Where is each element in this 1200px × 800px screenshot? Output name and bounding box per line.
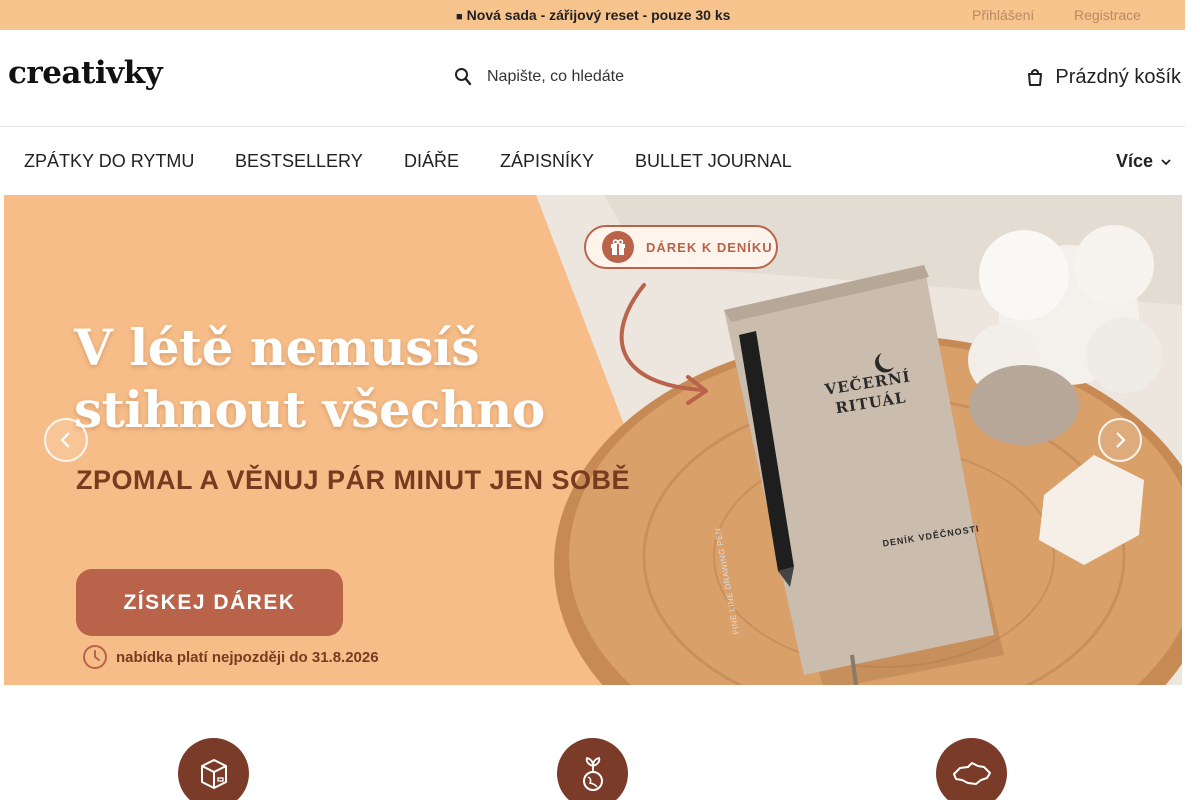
czech-map-icon xyxy=(952,761,991,785)
search-input[interactable] xyxy=(487,68,767,86)
banner-headline-line2: stihnout všechno xyxy=(74,380,545,439)
offer-note: nabídka platí nejpozději do 31.8.2026 xyxy=(82,644,379,670)
banner-headline-line1: V létě nemusíš xyxy=(74,318,480,377)
chevron-down-icon xyxy=(1161,158,1171,165)
login-link[interactable]: Přihlášení xyxy=(972,7,1034,23)
carousel-next-button[interactable] xyxy=(1098,418,1142,462)
main-nav: ZPÁTKY DO RYTMU BESTSELLERY DIÁŘE ZÁPISN… xyxy=(0,127,1185,195)
nav-item-zapisniky[interactable]: ZÁPISNÍKY xyxy=(500,151,594,172)
carousel-prev-button[interactable] xyxy=(44,418,88,462)
clock-icon xyxy=(83,645,107,669)
chevron-left-icon xyxy=(60,432,70,448)
gift-badge-label: DÁREK K DENÍKU xyxy=(646,239,773,255)
box-icon xyxy=(200,758,227,789)
search-icon[interactable] xyxy=(446,60,480,94)
logo[interactable]: creativky xyxy=(8,55,163,91)
nav-more-label: Více xyxy=(1115,151,1153,171)
search-bar xyxy=(446,60,776,94)
top-promo-bar: ■ Nová sada - zářijový reset - pouze 30 k… xyxy=(0,0,1185,30)
nav-more-button[interactable]: Více xyxy=(1116,151,1171,172)
gift-icon xyxy=(602,231,634,263)
feature-shipping xyxy=(178,738,249,800)
site-header: creativky Prázdný košík xyxy=(0,30,1185,127)
promo-message[interactable]: ■ Nová sada - zářijový reset - pouze 30 k… xyxy=(456,7,730,23)
plant-globe-icon xyxy=(582,756,603,791)
register-link[interactable]: Registrace xyxy=(1074,7,1141,23)
chevron-right-icon xyxy=(1116,432,1126,448)
get-gift-button[interactable]: ZÍSKEJ DÁREK xyxy=(76,569,343,636)
nav-item-diare[interactable]: DIÁŘE xyxy=(404,151,459,172)
banner-subline: ZPOMAL A VĚNUJ PÁR MINUT JEN SOBĚ xyxy=(76,465,631,495)
feature-eco xyxy=(557,738,628,800)
banner-headline: V létě nemusíš stihnout všechno xyxy=(74,317,545,441)
cart-icon xyxy=(1028,69,1043,86)
hero-banner[interactable]: DÁREK K DENÍKU V létě nemusíš stihnout v… xyxy=(4,195,1182,685)
nav-item-bullet-journal[interactable]: BULLET JOURNAL xyxy=(635,151,792,172)
offer-note-text: nabídka platí nejpozději do 31.8.2026 xyxy=(116,648,379,666)
cart-label: Prázdný košík xyxy=(1055,65,1181,88)
promo-text: Nová sada - zářijový reset - pouze 30 ks xyxy=(466,7,731,23)
cart-button[interactable]: Prázdný košík xyxy=(1025,60,1181,94)
nav-item-bestsellery[interactable]: BESTSELLERY xyxy=(235,151,363,172)
feature-czech-made xyxy=(936,738,1007,800)
nav-item-zpatky-do-rytmu[interactable]: ZPÁTKY DO RYTMU xyxy=(24,151,194,172)
truck-icon: ■ xyxy=(456,11,463,23)
gift-badge: DÁREK K DENÍKU xyxy=(584,225,778,269)
